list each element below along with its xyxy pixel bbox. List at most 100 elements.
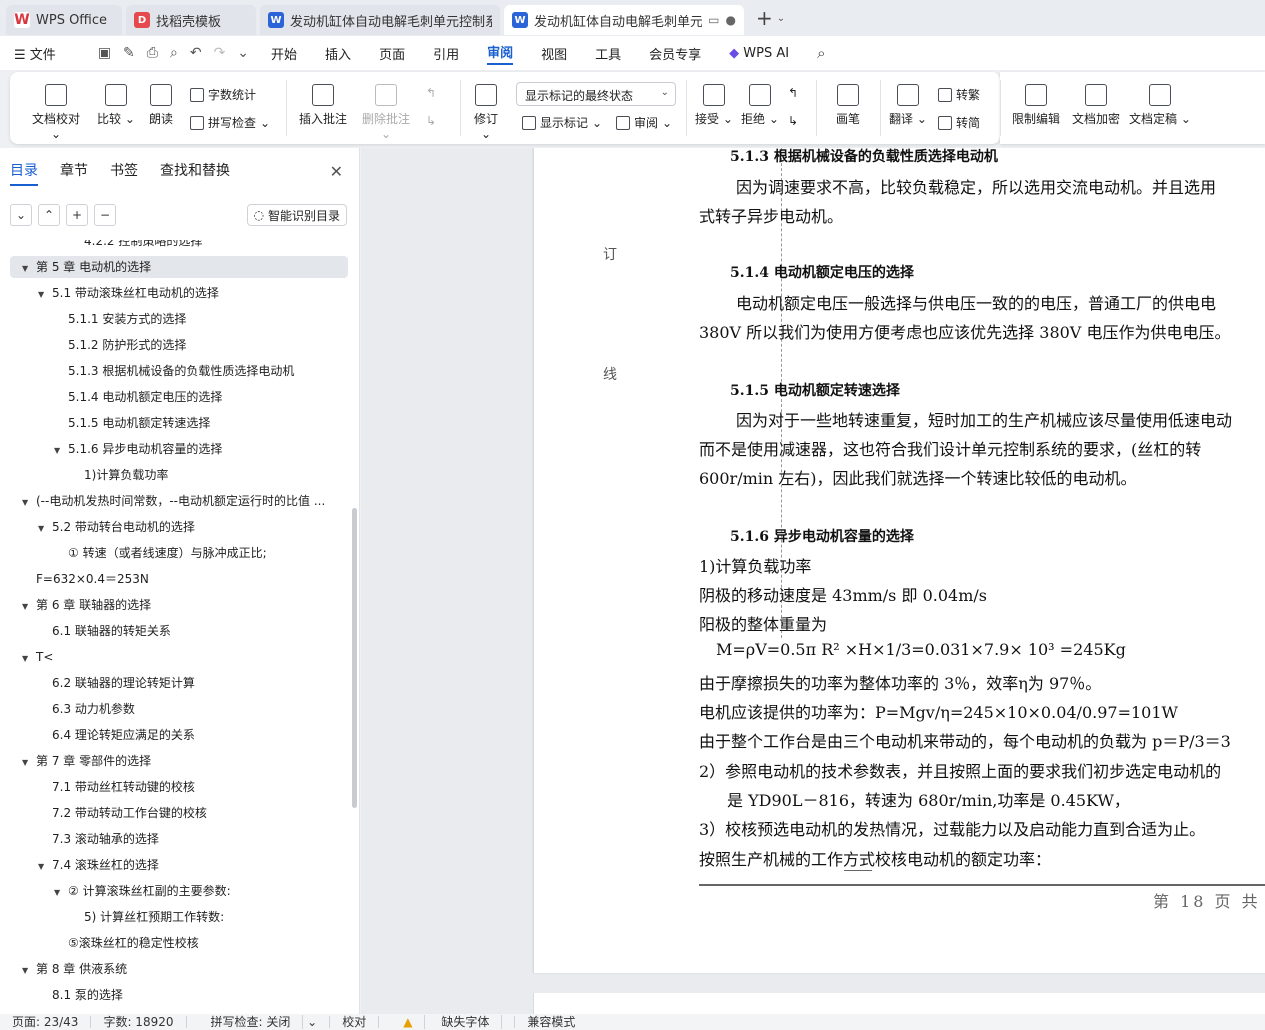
- menu-review[interactable]: 审阅: [487, 42, 514, 65]
- expand-triangle-icon[interactable]: ▼: [38, 856, 52, 876]
- add-icon[interactable]: +: [66, 204, 88, 226]
- toc-item[interactable]: 5) 计算丝杠预期工作转数:: [10, 906, 348, 928]
- translate-button[interactable]: 翻译 ⌄: [888, 84, 928, 127]
- wps-ai-button[interactable]: ◆ WPS AI: [729, 46, 789, 61]
- toc-item[interactable]: ▼ (--电动机发热时间常数，--电动机额定运行时的比值 ...: [10, 490, 348, 512]
- prev-comment-icon[interactable]: ↰: [426, 86, 436, 100]
- menu-start[interactable]: 开始: [271, 44, 297, 63]
- toc-item[interactable]: ▼ 第 8 章 供液系统: [10, 958, 348, 980]
- toc-item[interactable]: ① 转速（或者线速度）与脉冲成正比;: [10, 542, 348, 564]
- toc-item[interactable]: 6.2 联轴器的理论转矩计算: [10, 672, 348, 694]
- menu-page[interactable]: 页面: [379, 44, 405, 63]
- doc-encrypt-button[interactable]: 文档加密: [1068, 84, 1124, 127]
- toc-item[interactable]: ▼ 5.1.6 异步电动机容量的选择: [10, 438, 348, 460]
- menu-reference[interactable]: 引用: [433, 44, 459, 63]
- print-preview-icon[interactable]: ⌕: [170, 45, 178, 61]
- status-page[interactable]: 页面: 23/43: [0, 1016, 92, 1028]
- pen-button[interactable]: 画笔: [832, 84, 864, 127]
- compare-button[interactable]: 比较 ⌄: [96, 84, 136, 127]
- toc-item[interactable]: ▼ 7.4 滚珠丝杠的选择: [10, 854, 348, 876]
- toc-item[interactable]: 5.1.4 电动机额定电压的选择: [10, 386, 348, 408]
- tab-document-2[interactable]: W 发动机缸体自动电解毛刺单元控 ▭ ●: [504, 5, 744, 35]
- toc-item[interactable]: 7.1 带动丝杠转动键的校核: [10, 776, 348, 798]
- tab-bookmarks[interactable]: 书签: [110, 160, 138, 186]
- toc-item[interactable]: 5.1.3 根据机械设备的负载性质选择电动机: [10, 360, 348, 382]
- toc-item[interactable]: ▼ 第 7 章 零部件的选择: [10, 750, 348, 772]
- toc-item[interactable]: ⑤滚珠丝杠的稳定性校核: [10, 932, 348, 954]
- tab-toc[interactable]: 目录: [10, 160, 38, 186]
- close-icon[interactable]: ✕: [330, 162, 343, 181]
- smart-toc-button[interactable]: ◌ 智能识别目录: [246, 204, 347, 226]
- format-painter-icon[interactable]: ✎: [123, 45, 135, 61]
- menu-tools[interactable]: 工具: [595, 44, 621, 63]
- next-change-icon[interactable]: ↳: [788, 114, 798, 128]
- show-markup-button[interactable]: 显示标记 ⌄: [522, 114, 602, 131]
- markup-state-select[interactable]: 显示标记的最终状态 ⌄: [516, 82, 676, 106]
- file-menu[interactable]: ☰ 文件: [14, 44, 56, 63]
- expand-triangle-icon[interactable]: ▼: [22, 960, 36, 980]
- tab-wps-office[interactable]: W WPS Office: [6, 5, 122, 35]
- restrict-edit-button[interactable]: 限制编辑: [1008, 84, 1064, 127]
- expand-triangle-icon[interactable]: ▼: [54, 882, 68, 902]
- status-missing-font[interactable]: ▲ 缺失字体: [379, 1015, 516, 1029]
- insert-comment-button[interactable]: 插入批注: [296, 84, 350, 127]
- expand-triangle-icon[interactable]: ▼: [38, 518, 52, 538]
- toc-item[interactable]: ▼ 第 6 章 联轴器的选择: [10, 594, 348, 616]
- toc-item[interactable]: ▼ 第 5 章 电动机的选择: [10, 256, 348, 278]
- toc-item[interactable]: 8.1 泵的选择: [10, 984, 348, 1006]
- status-words[interactable]: 字数: 18920: [91, 1016, 187, 1028]
- spell-check-button[interactable]: 拼写检查 ⌄: [190, 114, 270, 131]
- toc-scrollbar[interactable]: [352, 508, 357, 808]
- collapse-down-icon[interactable]: ⌄: [10, 204, 32, 226]
- toc-item[interactable]: ▼ 5.2 带动转台电动机的选择: [10, 516, 348, 538]
- toc-item[interactable]: 1)计算负载功率: [10, 464, 348, 486]
- track-changes-button[interactable]: 修订 ⌄: [468, 84, 504, 141]
- toc-item[interactable]: 6.4 理论转矩应满足的关系: [10, 724, 348, 746]
- toc-item[interactable]: 4.2.2 控制策略的选择: [10, 240, 348, 252]
- menu-member[interactable]: 会员专享: [649, 44, 701, 63]
- tab-modified-dot-icon[interactable]: ●: [726, 13, 736, 27]
- expand-triangle-icon[interactable]: ▼: [38, 284, 52, 304]
- expand-triangle-icon[interactable]: ▼: [54, 440, 68, 460]
- doc-finalize-button[interactable]: 文档定稿 ⌄: [1128, 84, 1192, 127]
- undo-icon[interactable]: ↶: [190, 45, 202, 61]
- menu-insert[interactable]: 插入: [325, 44, 351, 63]
- redo-icon[interactable]: ↷: [214, 45, 226, 61]
- toc-item[interactable]: F=632×0.4＝253N: [10, 568, 348, 590]
- review-pane-button[interactable]: 审阅 ⌄: [616, 114, 672, 131]
- more-chevron-icon[interactable]: ⌄: [237, 45, 249, 61]
- prev-change-icon[interactable]: ↰: [788, 86, 798, 100]
- toc-item[interactable]: 7.2 带动转动工作台键的校核: [10, 802, 348, 824]
- print-icon[interactable]: ⎙: [147, 45, 158, 61]
- menu-view[interactable]: 视图: [541, 44, 567, 63]
- reject-button[interactable]: 拒绝 ⌄: [740, 84, 780, 127]
- next-comment-icon[interactable]: ↳: [426, 114, 436, 128]
- status-spell[interactable]: 拼写检查: 关闭 ⌄: [187, 1015, 331, 1029]
- to-simplified-button[interactable]: 转简: [938, 114, 980, 131]
- accept-button[interactable]: 接受 ⌄: [694, 84, 734, 127]
- expand-triangle-icon[interactable]: ▼: [22, 596, 36, 616]
- toc-item[interactable]: 6.1 联轴器的转矩关系: [10, 620, 348, 642]
- toc-item[interactable]: 7.3 滚动轴承的选择: [10, 828, 348, 850]
- tab-find-replace[interactable]: 查找和替换: [160, 160, 230, 186]
- search-icon[interactable]: ⌕: [817, 44, 825, 62]
- monitor-icon[interactable]: ▭: [708, 13, 719, 27]
- toc-item[interactable]: 5.1.2 防护形式的选择: [10, 334, 348, 356]
- to-traditional-button[interactable]: 转繁: [938, 86, 980, 103]
- new-tab-icon[interactable]: +: [756, 6, 773, 30]
- toc-item[interactable]: ▼ 5.1 带动滚珠丝杠电动机的选择: [10, 282, 348, 304]
- doc-check-button[interactable]: 文档校对 ⌄: [26, 84, 86, 141]
- toc-item[interactable]: ▼ ② 计算滚珠丝杠副的主要参数:: [10, 880, 348, 902]
- expand-triangle-icon[interactable]: ▼: [22, 752, 36, 772]
- expand-triangle-icon[interactable]: ▼: [22, 648, 36, 668]
- tab-sections[interactable]: 章节: [60, 160, 88, 186]
- toc-item[interactable]: 5.1.5 电动机额定转速选择: [10, 412, 348, 434]
- read-aloud-button[interactable]: 朗读: [146, 84, 176, 127]
- status-proof[interactable]: 校对: [330, 1016, 380, 1028]
- tab-template[interactable]: D 找稻壳模板: [126, 5, 256, 35]
- delete-comment-button[interactable]: 删除批注 ⌄: [356, 84, 416, 141]
- expand-up-icon[interactable]: ⌃: [38, 204, 60, 226]
- toc-item[interactable]: 5.1.1 安装方式的选择: [10, 308, 348, 330]
- save-icon[interactable]: ▣: [98, 45, 111, 61]
- expand-triangle-icon[interactable]: ▼: [22, 258, 36, 278]
